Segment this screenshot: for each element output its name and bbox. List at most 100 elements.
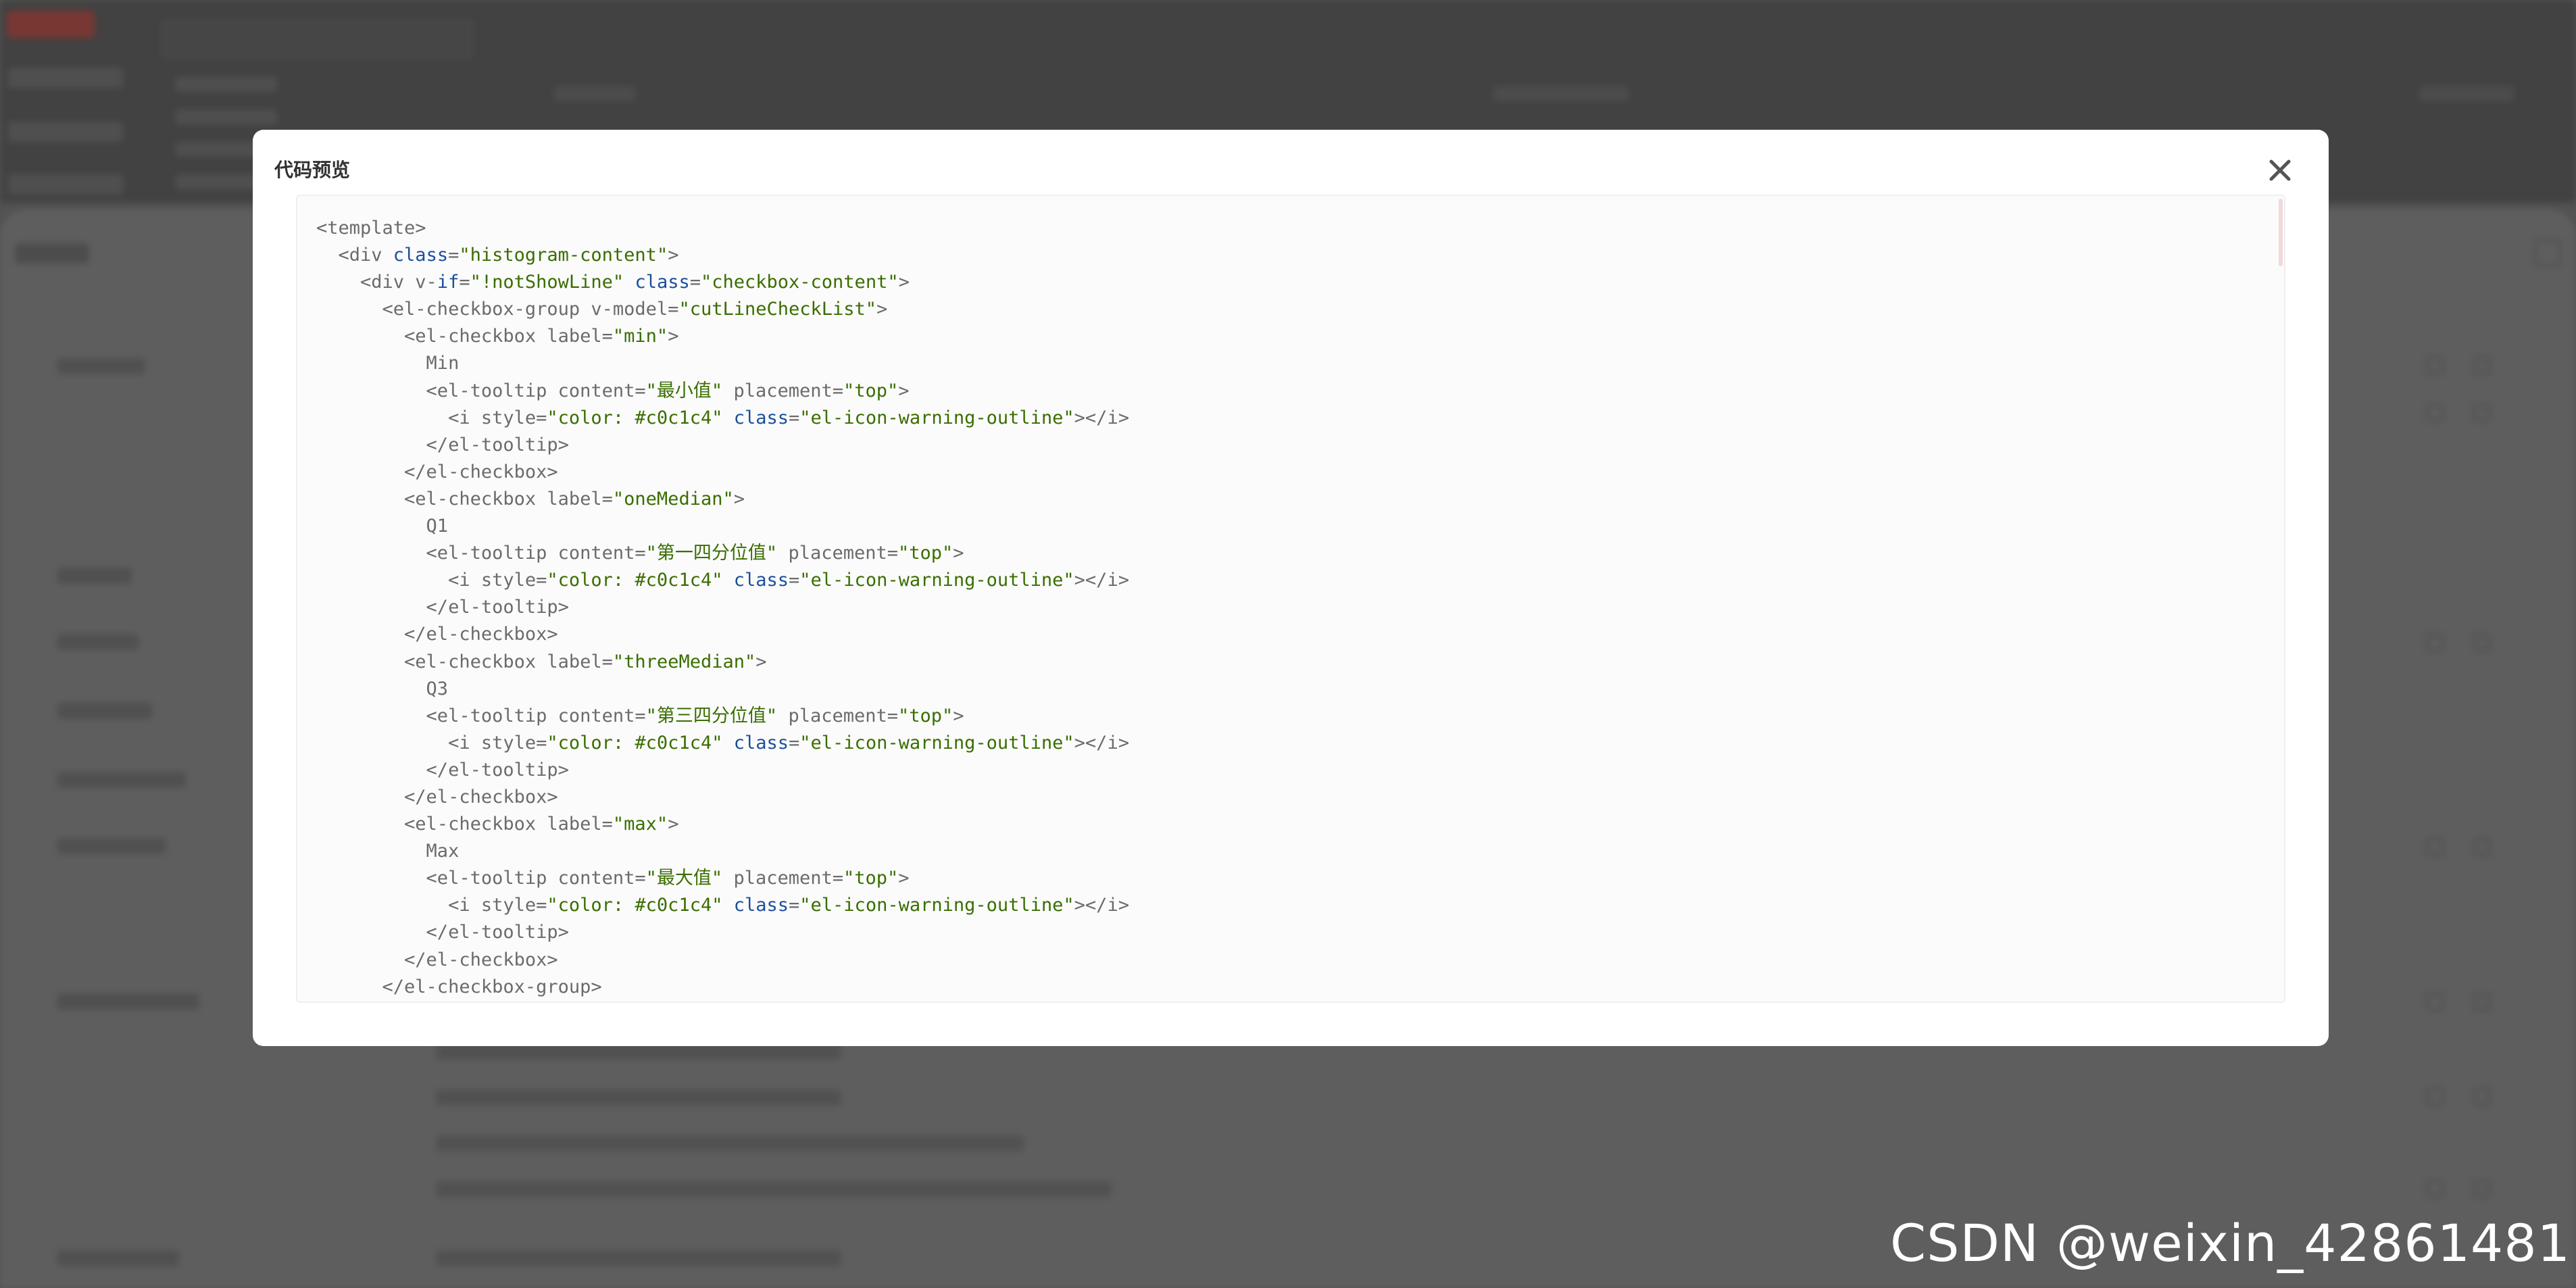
code-token: </el-checkbox> (316, 461, 558, 482)
code-token: = (689, 272, 701, 293)
code-token: "color: #c0c1c4" (547, 407, 723, 428)
code-line: Min (316, 350, 1129, 377)
code-token: > (668, 326, 679, 347)
code-line: </el-checkbox> (316, 784, 1129, 811)
code-token: <el-checkbox-group v-model= (316, 299, 679, 320)
dialog-header: 代码预览 (274, 150, 2307, 191)
close-button[interactable] (2264, 154, 2296, 187)
code-token: ></i> (1074, 732, 1129, 753)
code-token: placement= (777, 543, 898, 564)
code-token: > (898, 868, 910, 889)
code-scrollbar[interactable] (2279, 199, 2283, 266)
code-token: class (733, 570, 789, 591)
code-line: </el-checkbox> (316, 621, 1129, 648)
code-token: "color: #c0c1c4" (547, 732, 723, 753)
code-line: <el-checkbox label="min"> (316, 323, 1129, 350)
code-line: </el-tooltip> (316, 594, 1129, 621)
dialog-title: 代码预览 (274, 159, 351, 180)
code-content: <template> <div class="histogram-content… (316, 215, 1129, 1001)
code-token: > (953, 705, 964, 726)
code-token: placement= (722, 868, 843, 889)
code-token: Max (316, 841, 460, 862)
code-line: </el-checkbox> (316, 947, 1129, 974)
code-line: <el-checkbox label="max"> (316, 811, 1129, 838)
code-token: </el-tooltip> (316, 434, 569, 455)
code-token: "cutLineCheckList" (678, 299, 877, 320)
code-line: Q3 (316, 676, 1129, 703)
code-token: > (876, 299, 888, 320)
code-token: </el-checkbox> (316, 949, 558, 970)
code-line: <el-checkbox label="oneMedian"> (316, 486, 1129, 513)
code-token: = (789, 570, 800, 591)
code-token: > (756, 651, 767, 672)
code-token: Q3 (316, 678, 449, 699)
code-line: Max (316, 838, 1129, 865)
code-token: </el-tooltip> (316, 922, 569, 943)
code-token: <i style= (316, 570, 547, 591)
code-line: </el-tooltip> (316, 919, 1129, 946)
code-token: <el-tooltip content= (316, 380, 646, 401)
code-token: "max" (612, 814, 668, 835)
code-token: = (448, 245, 460, 266)
code-token: </el-tooltip> (316, 759, 569, 781)
code-token: class (733, 407, 789, 428)
code-token: </el-checkbox> (316, 786, 558, 808)
code-token: <el-checkbox label= (316, 651, 613, 672)
code-token: </el-checkbox-group> (316, 976, 602, 997)
code-token: <el-tooltip content= (316, 543, 646, 564)
code-line: <i style="color: #c0c1c4" class="el-icon… (316, 892, 1129, 919)
code-token: "min" (612, 326, 668, 347)
code-token: Min (316, 353, 460, 374)
code-token: <el-checkbox label= (316, 326, 613, 347)
code-token: "top" (843, 380, 899, 401)
code-line: </el-tooltip> (316, 757, 1129, 784)
code-token: "histogram-content" (459, 245, 668, 266)
code-token: > (898, 272, 910, 293)
code-token: "最小值" (645, 380, 723, 401)
code-token: if (437, 272, 460, 293)
code-token: "!notShowLine" (470, 272, 624, 293)
code-token: "oneMedian" (612, 488, 734, 510)
code-token: = (789, 407, 800, 428)
code-line: Q1 (316, 513, 1129, 540)
code-token: "top" (898, 705, 953, 726)
code-token: <el-tooltip content= (316, 868, 646, 889)
code-viewer[interactable]: <template> <div class="histogram-content… (296, 195, 2285, 1003)
code-token: > (733, 488, 745, 510)
code-token: "checkbox-content" (700, 272, 899, 293)
code-token: = (789, 895, 800, 916)
code-line: <el-checkbox label="threeMedian"> (316, 649, 1129, 676)
code-token: "最大值" (645, 868, 723, 889)
code-token: <div (316, 245, 393, 266)
code-token: "top" (898, 543, 953, 564)
code-line: <i style="color: #c0c1c4" class="el-icon… (316, 567, 1129, 594)
code-token: placement= (722, 380, 843, 401)
code-token: ></i> (1074, 895, 1129, 916)
code-line: <div v-if="!notShowLine" class="checkbox… (316, 269, 1129, 296)
code-token: "el-icon-warning-outline" (799, 732, 1074, 753)
code-token: "el-icon-warning-outline" (799, 570, 1074, 591)
code-line: <div class="histogram-content"> (316, 242, 1129, 269)
code-token: ></i> (1074, 407, 1129, 428)
code-line: </el-tooltip> (316, 432, 1129, 459)
code-token: <el-tooltip content= (316, 705, 646, 726)
code-line: <template> (316, 215, 1129, 242)
code-token: </el-checkbox> (316, 624, 558, 645)
code-token: <el-checkbox label= (316, 814, 613, 835)
code-preview-dialog: 代码预览 <template> <div class="histogram-co… (253, 130, 2329, 1046)
code-line: <el-tooltip content="第三四分位值" placement="… (316, 703, 1129, 730)
code-token: "threeMedian" (612, 651, 756, 672)
code-token: > (668, 814, 679, 835)
code-token: </el-tooltip> (316, 597, 569, 618)
code-line: <el-tooltip content="第一四分位值" placement="… (316, 540, 1129, 567)
code-token: Q1 (316, 516, 449, 537)
code-line: <el-checkbox-group v-model="cutLineCheck… (316, 296, 1129, 323)
code-token: "第三四分位值" (645, 705, 778, 726)
code-token: <i style= (316, 407, 547, 428)
code-line: </el-checkbox> (316, 459, 1129, 486)
code-token: class (733, 732, 789, 753)
code-token: "color: #c0c1c4" (547, 570, 723, 591)
